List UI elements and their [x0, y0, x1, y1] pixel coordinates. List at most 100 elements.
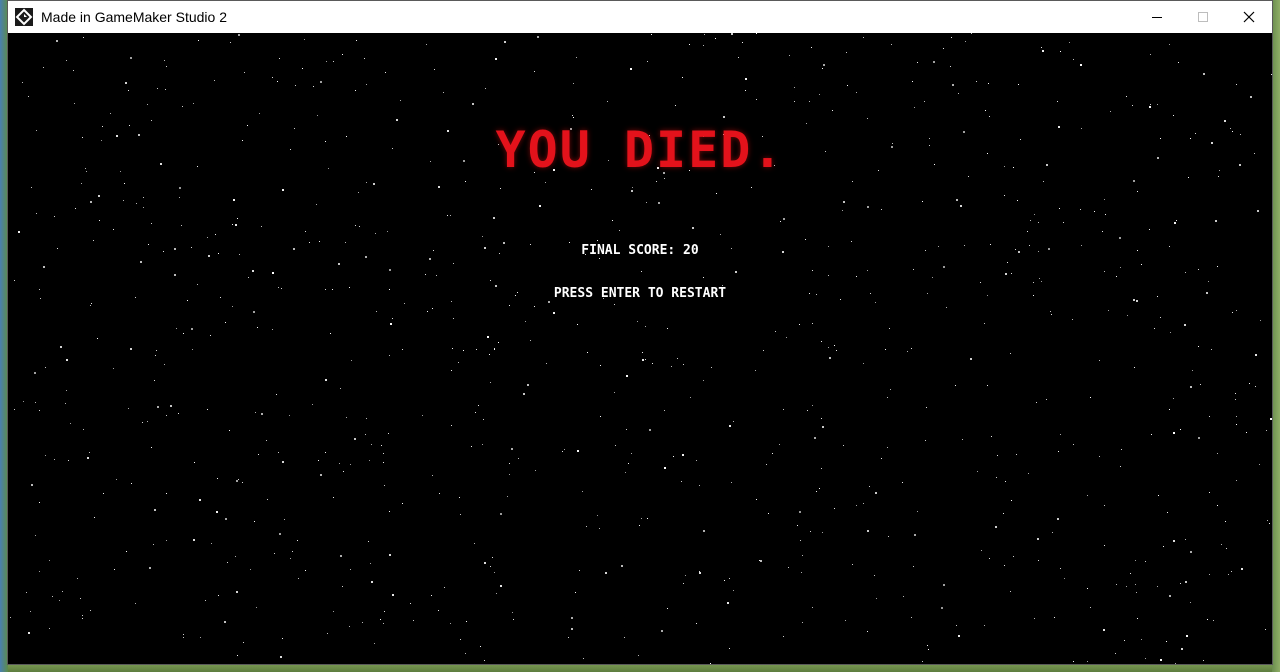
star — [518, 458, 519, 459]
star — [1246, 432, 1247, 433]
star — [1175, 663, 1176, 664]
star — [1130, 573, 1131, 574]
star — [819, 94, 820, 95]
star — [789, 55, 790, 56]
star — [216, 511, 218, 513]
minimize-button[interactable] — [1134, 1, 1180, 33]
star — [690, 397, 691, 398]
star — [1173, 432, 1175, 434]
star — [675, 105, 676, 106]
star — [828, 347, 829, 348]
star — [742, 42, 743, 43]
star — [605, 572, 607, 574]
star — [851, 241, 852, 242]
star — [846, 52, 847, 53]
star — [943, 48, 944, 49]
star — [1016, 454, 1017, 455]
star — [34, 372, 36, 374]
title-bar[interactable]: Made in GameMaker Studio 2 — [8, 1, 1272, 33]
star — [1087, 588, 1088, 589]
star — [126, 551, 127, 552]
star — [250, 569, 251, 570]
star — [333, 497, 334, 498]
star — [881, 209, 882, 210]
game-canvas[interactable]: YOU DIED. FINAL SCORE: 20 PRESS ENTER TO… — [8, 33, 1272, 664]
star — [943, 266, 945, 268]
star — [1003, 513, 1004, 514]
star — [199, 499, 201, 501]
star — [845, 620, 846, 621]
star — [755, 370, 756, 371]
star — [31, 187, 32, 188]
star — [991, 436, 992, 437]
star — [320, 474, 322, 476]
star — [997, 455, 998, 456]
star — [823, 64, 825, 66]
star — [797, 525, 798, 526]
star — [980, 282, 981, 283]
star — [727, 602, 729, 604]
maximize-button[interactable] — [1180, 1, 1226, 33]
star — [176, 328, 177, 329]
star — [553, 312, 555, 314]
close-button[interactable] — [1226, 1, 1272, 33]
star — [1190, 386, 1192, 388]
star — [26, 592, 27, 593]
star — [465, 653, 466, 654]
star — [1145, 658, 1146, 659]
star — [852, 181, 853, 182]
star — [45, 367, 46, 368]
star — [384, 485, 385, 486]
star — [1041, 281, 1042, 282]
star — [90, 610, 91, 611]
star — [1030, 220, 1031, 221]
star — [902, 482, 903, 483]
star — [370, 563, 371, 564]
star — [340, 555, 342, 557]
star — [349, 626, 350, 627]
star — [494, 349, 495, 350]
star — [731, 482, 732, 483]
star — [1257, 210, 1259, 212]
star — [1064, 578, 1065, 579]
star — [867, 118, 868, 119]
star — [822, 68, 823, 69]
star — [484, 660, 485, 661]
star — [677, 358, 678, 359]
star — [1051, 314, 1052, 315]
star — [1186, 635, 1188, 637]
star — [1167, 512, 1168, 513]
star — [692, 227, 694, 229]
star — [1080, 64, 1082, 66]
star — [453, 318, 454, 319]
star — [821, 341, 822, 342]
maximize-icon — [1198, 12, 1208, 22]
star — [389, 355, 390, 356]
star — [1126, 96, 1127, 97]
star — [312, 404, 313, 405]
star — [875, 302, 876, 303]
star — [856, 505, 857, 506]
star — [1120, 267, 1121, 268]
star — [330, 333, 331, 334]
star — [624, 637, 625, 638]
star — [843, 445, 844, 446]
star — [1198, 437, 1200, 439]
star — [1217, 453, 1218, 454]
star — [295, 85, 296, 86]
star — [856, 92, 857, 93]
star — [447, 215, 448, 216]
star — [157, 406, 159, 408]
star — [649, 429, 651, 431]
star — [890, 389, 891, 390]
star — [487, 336, 489, 338]
star — [876, 598, 877, 599]
star — [612, 220, 613, 221]
star — [599, 258, 600, 259]
star — [1259, 464, 1260, 465]
star — [113, 229, 114, 230]
star — [316, 204, 317, 205]
star — [205, 600, 206, 601]
star — [1054, 617, 1055, 618]
star — [459, 497, 460, 498]
